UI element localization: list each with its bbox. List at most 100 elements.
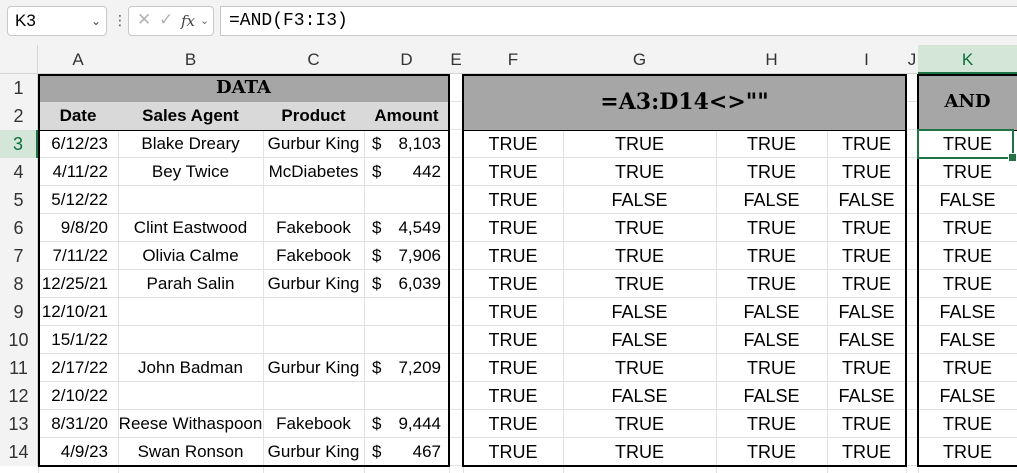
cell-check-result[interactable]: TRUE [827, 438, 906, 466]
cell-date[interactable]: 5/12/22 [38, 186, 114, 214]
cell-check-result[interactable]: TRUE [716, 158, 827, 186]
cell-amount[interactable] [364, 326, 447, 354]
cell-check-result[interactable]: FALSE [827, 326, 906, 354]
row-header-9[interactable]: 9 [0, 298, 38, 326]
cell-sales-agent[interactable] [118, 186, 263, 214]
cell-check-result[interactable]: TRUE [463, 158, 563, 186]
row-header-5[interactable]: 5 [0, 186, 38, 214]
cell-and-result[interactable]: FALSE [918, 186, 1017, 214]
cell-check-result[interactable]: FALSE [827, 382, 906, 410]
close-icon[interactable]: ✕ [137, 10, 151, 30]
cell-amount[interactable]: 6,039 [364, 270, 447, 298]
cell-check-result[interactable]: TRUE [563, 130, 716, 158]
cell-and-result[interactable]: TRUE [918, 438, 1017, 466]
cell-date[interactable]: 4/11/22 [38, 158, 114, 186]
cell-check-result[interactable]: TRUE [827, 130, 906, 158]
column-header-c[interactable]: C [263, 45, 364, 74]
cell-check-result[interactable]: TRUE [563, 438, 716, 466]
cell-amount[interactable] [364, 382, 447, 410]
cell-check-result[interactable]: TRUE [463, 130, 563, 158]
cell-check-result[interactable]: TRUE [827, 158, 906, 186]
data-header-date[interactable]: Date [38, 102, 118, 130]
cell-check-result[interactable]: FALSE [716, 382, 827, 410]
cell-check-result[interactable]: TRUE [827, 354, 906, 382]
name-box[interactable]: K3 ⌄ [7, 6, 107, 36]
cell-check-result[interactable]: TRUE [463, 242, 563, 270]
cell-check-result[interactable]: TRUE [463, 326, 563, 354]
column-header-a[interactable]: A [38, 45, 118, 74]
fx-icon[interactable]: fx [181, 12, 195, 30]
column-header-g[interactable]: G [563, 45, 716, 74]
cell-product[interactable]: Gurbur King [263, 354, 364, 382]
active-cell-selection[interactable] [917, 129, 1017, 162]
cell-product[interactable]: Gurbur King [263, 130, 364, 158]
spreadsheet-grid[interactable]: A B C D E F G H I J K 1 2 3 4 5 6 7 8 9 10 11 12 13 14 DATA Date Sa… [0, 45, 1017, 473]
cell-and-result[interactable]: TRUE [918, 242, 1017, 270]
cell-check-result[interactable]: FALSE [563, 326, 716, 354]
cell-product[interactable] [263, 382, 364, 410]
cell-check-result[interactable]: TRUE [563, 214, 716, 242]
cell-check-result[interactable]: TRUE [827, 214, 906, 242]
cell-check-result[interactable]: TRUE [463, 354, 563, 382]
more-options-icon[interactable]: ⋮ [113, 10, 127, 30]
cell-amount[interactable]: 442 [364, 158, 447, 186]
cell-product[interactable]: Gurbur King [263, 438, 364, 466]
cell-product[interactable] [263, 298, 364, 326]
cell-date[interactable]: 2/10/22 [38, 382, 114, 410]
row-header-3[interactable]: 3 [0, 130, 38, 158]
cell-date[interactable]: 12/10/21 [38, 298, 114, 326]
cell-date[interactable]: 4/9/23 [38, 438, 114, 466]
cell-product[interactable]: McDiabetes [263, 158, 364, 186]
cell-check-result[interactable]: TRUE [716, 438, 827, 466]
chevron-down-icon[interactable]: ⌄ [200, 14, 209, 27]
checkmark-icon[interactable]: ✓ [159, 10, 173, 30]
cell-check-result[interactable]: FALSE [716, 326, 827, 354]
cell-sales-agent[interactable]: Olivia Calme [118, 242, 263, 270]
cell-and-result[interactable]: FALSE [918, 326, 1017, 354]
cell-date[interactable]: 6/12/23 [38, 130, 114, 158]
cell-check-result[interactable]: TRUE [716, 410, 827, 438]
cell-amount[interactable]: 4,549 [364, 214, 447, 242]
data-header-amount[interactable]: Amount [364, 102, 449, 130]
cell-check-result[interactable]: FALSE [716, 186, 827, 214]
cell-sales-agent[interactable]: Blake Dreary [118, 130, 263, 158]
cell-date[interactable]: 8/31/20 [38, 410, 114, 438]
data-header-product[interactable]: Product [263, 102, 364, 130]
data-title[interactable]: DATA [38, 74, 449, 102]
formula-input[interactable]: =AND(F3:I3) [220, 6, 1017, 36]
cell-and-result[interactable]: FALSE [918, 382, 1017, 410]
cell-sales-agent[interactable]: John Badman [118, 354, 263, 382]
cell-and-result[interactable]: TRUE [918, 410, 1017, 438]
cell-sales-agent[interactable] [118, 298, 263, 326]
cell-check-result[interactable]: TRUE [463, 186, 563, 214]
cell-amount[interactable]: 7,906 [364, 242, 447, 270]
cell-check-result[interactable]: FALSE [563, 186, 716, 214]
column-header-f[interactable]: F [463, 45, 563, 74]
column-header-k[interactable]: K [918, 45, 1017, 74]
cell-amount[interactable]: 9,444 [364, 410, 447, 438]
row-header-11[interactable]: 11 [0, 354, 38, 382]
cell-check-result[interactable]: TRUE [563, 242, 716, 270]
cell-sales-agent[interactable]: Parah Salin [118, 270, 263, 298]
cell-and-result[interactable]: TRUE [918, 270, 1017, 298]
cell-check-result[interactable]: TRUE [463, 382, 563, 410]
column-header-h[interactable]: H [716, 45, 827, 74]
cell-product[interactable]: Gurbur King [263, 270, 364, 298]
cell-check-result[interactable]: TRUE [716, 130, 827, 158]
cell-check-result[interactable]: FALSE [563, 298, 716, 326]
cell-check-result[interactable]: TRUE [827, 242, 906, 270]
row-header-14[interactable]: 14 [0, 438, 38, 466]
cell-check-result[interactable]: TRUE [463, 438, 563, 466]
column-header-e[interactable]: E [449, 45, 463, 74]
cell-check-result[interactable]: FALSE [827, 186, 906, 214]
cell-check-result[interactable]: FALSE [827, 298, 906, 326]
row-header-1[interactable]: 1 [0, 74, 38, 102]
cell-date[interactable]: 15/1/22 [38, 326, 114, 354]
cell-date[interactable]: 7/11/22 [38, 242, 114, 270]
cell-and-result[interactable]: FALSE [918, 298, 1017, 326]
cell-date[interactable]: 12/25/21 [38, 270, 114, 298]
row-header-7[interactable]: 7 [0, 242, 38, 270]
cell-check-result[interactable]: TRUE [827, 270, 906, 298]
cell-date[interactable]: 9/8/20 [38, 214, 114, 242]
column-header-j[interactable]: J [906, 45, 918, 74]
